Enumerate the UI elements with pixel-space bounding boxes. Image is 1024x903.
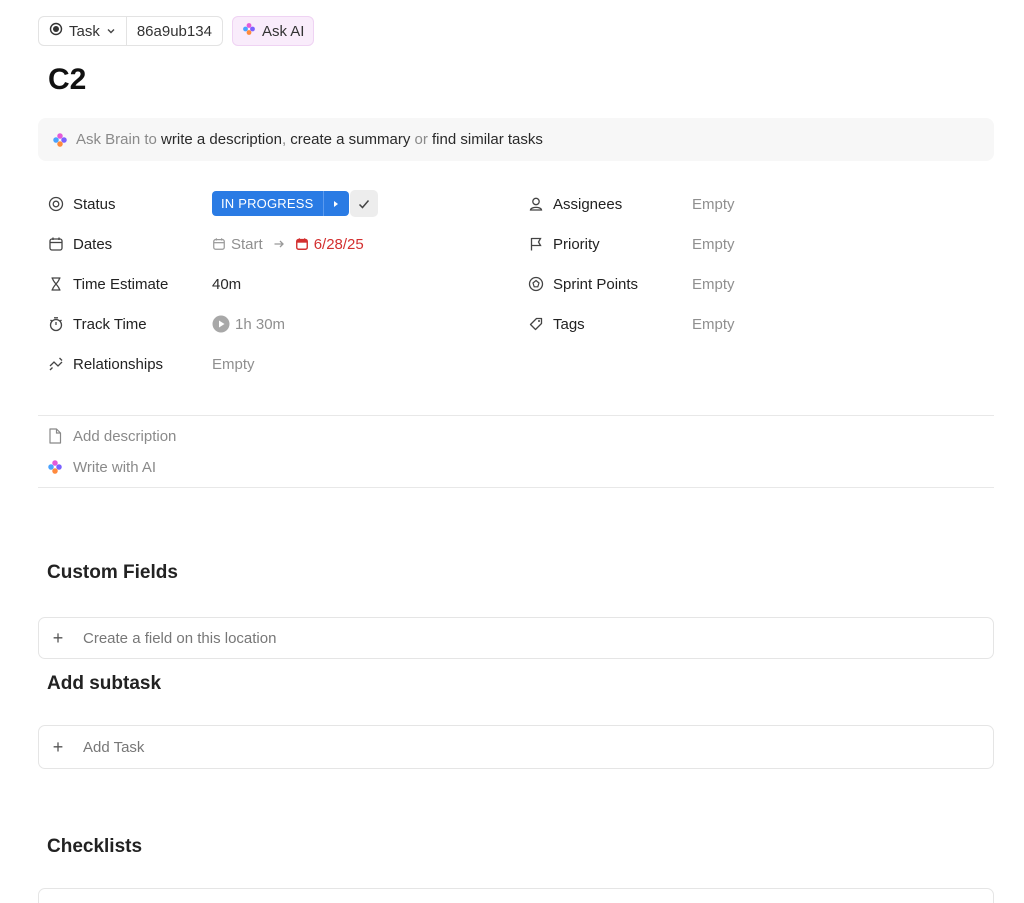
assignees-value[interactable]: Empty: [692, 192, 735, 216]
chevron-down-icon: [106, 23, 116, 40]
next-status-button[interactable]: [322, 191, 349, 216]
track-time-field: Track Time: [47, 312, 147, 336]
divider: [38, 487, 994, 488]
priority-value[interactable]: Empty: [692, 232, 735, 256]
due-date-button[interactable]: 6/28/25: [295, 236, 364, 253]
document-icon: [47, 428, 63, 444]
add-task-button[interactable]: + Add Task: [38, 725, 994, 769]
find-similar-tasks-link[interactable]: find similar tasks: [432, 131, 543, 148]
stopwatch-icon: [47, 315, 65, 333]
write-description-link[interactable]: write a description: [161, 131, 282, 148]
time-estimate-label: Time Estimate: [73, 275, 169, 293]
write-with-ai-label: Write with AI: [73, 458, 157, 476]
task-title[interactable]: C2: [48, 63, 86, 97]
top-bar: Task 86a9ub134 Ask AI: [38, 16, 315, 47]
task-type-dropdown[interactable]: Task: [39, 17, 126, 45]
tracked-time: 1h 30m: [235, 315, 286, 333]
tags-field: Tags: [527, 312, 585, 336]
relationships-field: Relationships: [47, 352, 163, 376]
sprint-points-label: Sprint Points: [553, 275, 639, 293]
create-summary-link[interactable]: create a summary: [290, 131, 410, 148]
write-with-ai-button[interactable]: Write with AI: [47, 456, 156, 478]
task-type-icon: [49, 22, 63, 40]
sprint-points-field: Sprint Points: [527, 272, 638, 296]
dates-field: Dates: [47, 232, 112, 256]
dates-label: Dates: [73, 235, 113, 253]
arrow-right-icon: [273, 238, 285, 250]
track-time-value[interactable]: 1h 30m: [212, 312, 285, 336]
ask-ai-label: Ask AI: [261, 22, 305, 40]
start-calendar-icon: [213, 238, 225, 250]
create-field-label: Create a field on this location: [83, 629, 277, 647]
plus-icon: +: [52, 736, 64, 757]
due-calendar-icon: [295, 238, 308, 250]
add-description-label: Add description: [73, 427, 177, 445]
task-type-label: Task: [69, 22, 100, 40]
custom-fields-title: Custom Fields: [47, 562, 178, 583]
add-description-button[interactable]: Add description: [47, 425, 176, 447]
brain-icon: [52, 132, 68, 148]
tags-value[interactable]: Empty: [692, 312, 735, 336]
assignees-label: Assignees: [553, 195, 623, 213]
plus-icon: +: [52, 627, 64, 648]
calendar-icon: [47, 235, 65, 253]
status-label: Status: [73, 195, 116, 213]
status-value: IN PROGRESS: [212, 191, 323, 216]
priority-label: Priority: [553, 235, 600, 253]
start-date-label: Start: [231, 235, 263, 253]
caret-right-icon: [334, 200, 338, 207]
divider: [38, 415, 994, 416]
status-dropdown[interactable]: IN PROGRESS: [212, 191, 349, 216]
relationships-icon: [47, 355, 65, 373]
relationships-label: Relationships: [73, 355, 164, 373]
ask-brain-bar: Ask Brain to write a description , creat…: [38, 118, 994, 161]
relationships-value[interactable]: Empty: [212, 352, 255, 376]
checklists-title: Checklists: [47, 836, 143, 857]
due-date-label: 6/28/25: [313, 235, 364, 253]
play-icon[interactable]: [212, 315, 230, 333]
priority-field: Priority: [527, 232, 600, 256]
track-time-label: Track Time: [73, 315, 147, 333]
create-field-button[interactable]: + Create a field on this location: [38, 617, 994, 659]
hourglass-icon: [47, 275, 65, 293]
add-task-label: Add Task: [83, 738, 145, 756]
task-type-group: Task 86a9ub134: [38, 16, 223, 46]
ai-sparkle-icon: [47, 459, 63, 475]
start-date-button[interactable]: Start: [212, 236, 263, 253]
task-id: 86a9ub134: [136, 22, 212, 40]
assignees-field: Assignees: [527, 192, 622, 216]
task-id-button[interactable]: 86a9ub134: [125, 17, 222, 45]
complete-task-button[interactable]: [350, 190, 378, 217]
add-subtask-title: Add subtask: [47, 673, 162, 694]
time-estimate-field: Time Estimate: [47, 272, 168, 296]
dates-value: Start 6/28/25: [212, 232, 364, 256]
status-icon: [47, 195, 65, 213]
status-field: Status: [47, 192, 116, 216]
time-estimate-value[interactable]: 40m: [212, 272, 241, 296]
brain-separator-or: or: [414, 131, 428, 148]
ask-ai-button[interactable]: Ask AI: [231, 16, 315, 46]
ask-brain-prefix: Ask Brain to: [76, 131, 157, 148]
sprint-points-icon: [527, 275, 545, 293]
checklist-box[interactable]: [38, 888, 994, 903]
user-icon: [527, 195, 545, 213]
flag-icon: [527, 235, 545, 253]
tag-icon: [527, 315, 545, 333]
check-icon: [358, 199, 370, 209]
sprint-points-value[interactable]: Empty: [692, 272, 735, 296]
tags-label: Tags: [553, 315, 585, 333]
ai-sparkle-icon: [242, 22, 256, 40]
